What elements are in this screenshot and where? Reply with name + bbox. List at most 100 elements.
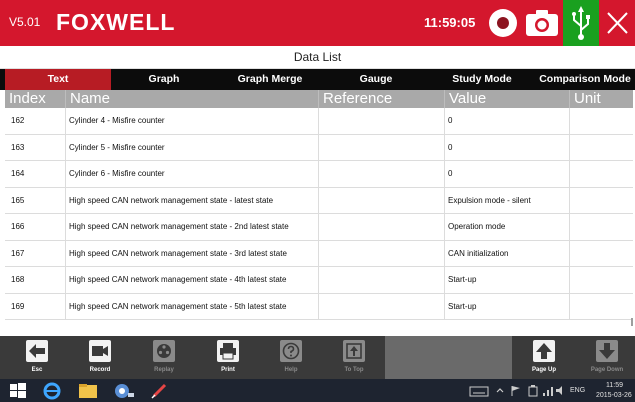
esc-label: Esc	[31, 367, 43, 373]
back-arrow-icon	[26, 340, 48, 362]
table-row[interactable]: 166 High speed CAN network management st…	[5, 214, 633, 241]
row-index: 162	[11, 116, 25, 125]
record-label: Record	[89, 367, 111, 373]
usb-icon[interactable]	[563, 0, 599, 46]
record-icon[interactable]	[489, 9, 517, 37]
row-name: High speed CAN network management state …	[65, 187, 318, 214]
tab-graph[interactable]: Graph	[111, 69, 217, 90]
row-index: 165	[11, 195, 25, 205]
row-reference	[318, 240, 444, 267]
row-reference	[318, 161, 444, 187]
row-value: CAN initialization	[444, 240, 569, 267]
column-header-name: Name	[65, 90, 318, 108]
tab-graph-merge[interactable]: Graph Merge	[217, 69, 323, 90]
row-reference	[318, 293, 444, 320]
toolbar-spacer	[385, 336, 512, 379]
to-top-button[interactable]: To Top	[330, 336, 378, 379]
column-header-unit: Unit	[569, 90, 633, 108]
internet-explorer-icon[interactable]	[40, 381, 64, 400]
row-unit	[569, 134, 633, 161]
row-index: 166	[11, 222, 25, 231]
taskbar-time[interactable]: 11:59	[606, 382, 623, 389]
row-name: High speed CAN network management state …	[65, 293, 318, 320]
table-row[interactable]: 168 High speed CAN network management st…	[5, 267, 633, 294]
help-label: Help	[284, 367, 298, 373]
printer-icon	[217, 340, 239, 362]
to-top-icon	[343, 340, 365, 362]
scrollbar-thumb[interactable]	[631, 318, 633, 326]
row-value: Start-up	[444, 293, 569, 320]
row-name: Cylinder 4 - Misfire counter	[65, 108, 318, 134]
input-language[interactable]: ENG	[570, 387, 585, 394]
windows-taskbar: ENG 11:59 2015-03-26	[0, 379, 635, 402]
to-top-label: To Top	[344, 367, 364, 373]
table-row[interactable]: 162 Cylinder 4 - Misfire counter 0	[5, 108, 633, 135]
windows-start-icon[interactable]	[8, 381, 32, 400]
row-value: Expulsion mode - silent	[444, 187, 569, 214]
flag-icon[interactable]	[508, 381, 524, 400]
row-unit	[569, 214, 633, 240]
page-title-bar: Data List	[0, 46, 635, 69]
row-index: 163	[11, 142, 25, 152]
esc-button[interactable]: Esc	[13, 336, 61, 379]
print-button[interactable]: Print	[204, 336, 252, 379]
help-button[interactable]: Help	[267, 336, 315, 379]
column-header-reference: Reference	[318, 90, 444, 108]
row-index: 169	[11, 301, 25, 311]
table-row[interactable]: 163 Cylinder 5 - Misfire counter 0	[5, 134, 633, 161]
row-value: Operation mode	[444, 214, 569, 240]
row-name: Cylinder 6 - Misfire counter	[65, 161, 318, 187]
row-unit	[569, 108, 633, 134]
row-unit	[569, 293, 633, 320]
diagnostic-app-icon[interactable]	[112, 381, 136, 400]
row-name: High speed CAN network management state …	[65, 267, 318, 293]
taskbar-date[interactable]: 2015-03-26	[596, 392, 632, 399]
page-up-button[interactable]: Page Up	[520, 336, 568, 379]
replay-label: Replay	[154, 367, 174, 373]
video-camera-icon	[89, 340, 111, 362]
tab-study-mode[interactable]: Study Mode	[429, 69, 535, 90]
replay-button[interactable]: Replay	[140, 336, 188, 379]
page-down-button[interactable]: Page Down	[583, 336, 631, 379]
speaker-icon[interactable]	[554, 381, 568, 400]
close-icon[interactable]	[600, 0, 635, 46]
table-row[interactable]: 165 High speed CAN network management st…	[5, 187, 633, 214]
row-value: 0	[444, 108, 569, 134]
tab-comparison-mode[interactable]: Comparison Mode	[535, 69, 635, 90]
table-row[interactable]: 169 High speed CAN network management st…	[5, 293, 633, 320]
row-index: 168	[11, 275, 25, 284]
chevron-up-icon[interactable]	[493, 381, 507, 400]
table-row[interactable]: 164 Cylinder 6 - Misfire counter 0	[5, 161, 633, 188]
arrow-up-icon	[533, 340, 555, 362]
keyboard-icon[interactable]	[467, 381, 491, 400]
view-tabs: Text Graph Graph Merge Gauge Study Mode …	[0, 69, 635, 90]
row-unit	[569, 240, 633, 267]
print-label: Print	[221, 367, 235, 373]
brand-logo: FOXWELL	[56, 9, 176, 35]
header-clock: 11:59:05	[424, 15, 476, 30]
battery-icon[interactable]	[525, 381, 541, 400]
row-index: 164	[11, 169, 25, 178]
page-up-label: Page Up	[531, 367, 556, 373]
signal-icon[interactable]	[541, 381, 555, 400]
data-list-table: 162 Cylinder 4 - Misfire counter 0 163 C…	[5, 108, 633, 322]
camera-icon[interactable]	[525, 9, 559, 37]
page-down-label: Page Down	[590, 367, 624, 373]
row-unit	[569, 267, 633, 293]
file-explorer-icon[interactable]	[76, 381, 100, 400]
tab-text[interactable]: Text	[5, 69, 111, 90]
record-button[interactable]: Record	[76, 336, 124, 379]
question-icon	[280, 340, 302, 362]
row-name: Cylinder 5 - Misfire counter	[65, 134, 318, 161]
row-reference	[318, 214, 444, 240]
version-label: V5.01	[9, 15, 41, 29]
film-reel-icon	[153, 340, 175, 362]
table-row[interactable]: 167 High speed CAN network management st…	[5, 240, 633, 267]
app-header: V5.01 FOXWELL 11:59:05	[0, 0, 635, 46]
pen-tool-icon[interactable]	[148, 381, 172, 400]
row-reference	[318, 267, 444, 293]
row-name: High speed CAN network management state …	[65, 214, 318, 240]
tab-gauge[interactable]: Gauge	[323, 69, 429, 90]
row-value: 0	[444, 134, 569, 161]
column-header-index: Index	[9, 90, 46, 107]
